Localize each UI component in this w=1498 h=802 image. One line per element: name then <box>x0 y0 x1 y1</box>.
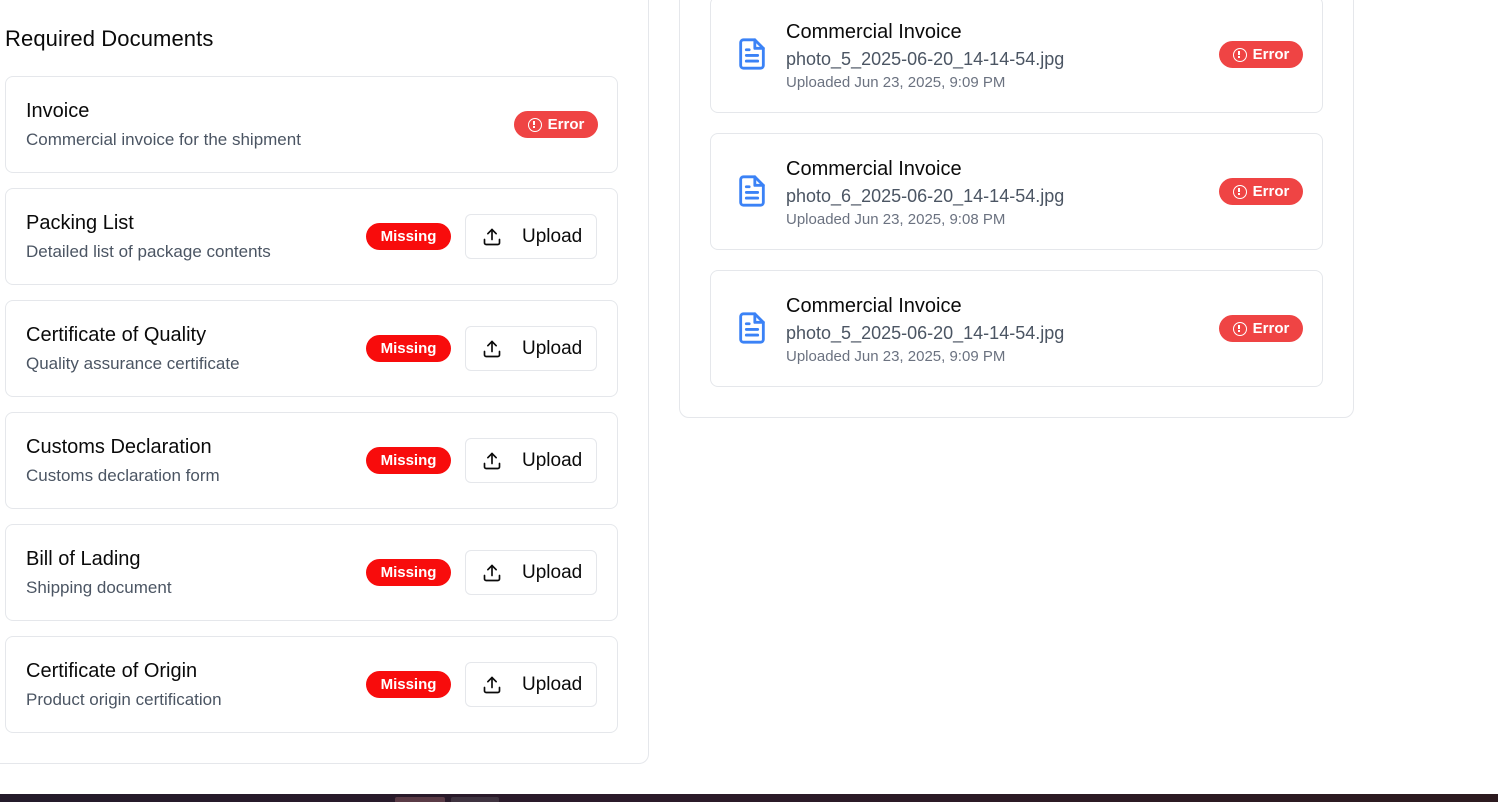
file-text-icon <box>739 175 765 207</box>
status-badge: Missing <box>366 447 451 474</box>
status-badge: Missing <box>366 223 451 250</box>
status-badge-label: Error <box>1252 183 1290 200</box>
upload-button[interactable]: Upload <box>465 438 597 483</box>
taskbar-app-button[interactable] <box>395 797 445 802</box>
file-text-icon <box>739 312 765 344</box>
document-card-invoice: Invoice Commercial invoice for the shipm… <box>5 76 618 173</box>
file-title: Commercial Invoice <box>786 295 962 317</box>
status-badge: Error <box>514 111 598 138</box>
upload-button-label: Upload <box>522 337 583 359</box>
status-badge-label: Missing <box>380 340 437 357</box>
document-card-packing-list: Packing List Detailed list of package co… <box>5 188 618 285</box>
file-title: Commercial Invoice <box>786 158 962 180</box>
upload-button[interactable]: Upload <box>465 214 597 259</box>
document-description: Customs declaration form <box>26 466 220 485</box>
document-card-bill-of-lading: Bill of Lading Shipping document Missing… <box>5 524 618 621</box>
upload-date: Uploaded Jun 23, 2025, 9:08 PM <box>786 211 1006 228</box>
document-name: Certificate of Origin <box>26 660 198 682</box>
uploaded-files-list: Commercial Invoice photo_5_2025-06-20_14… <box>710 0 1323 407</box>
document-name: Invoice <box>26 100 90 122</box>
status-badge: Error <box>1219 315 1303 342</box>
document-name: Certificate of Quality <box>26 324 207 346</box>
uploaded-file-card[interactable]: Commercial Invoice photo_5_2025-06-20_14… <box>710 270 1323 387</box>
status-badge-label: Error <box>547 116 585 133</box>
file-title: Commercial Invoice <box>786 21 962 43</box>
file-name: photo_5_2025-06-20_14-14-54.jpg <box>786 49 1065 69</box>
alert-circle-icon <box>1232 321 1247 336</box>
upload-icon <box>483 564 501 581</box>
upload-date: Uploaded Jun 23, 2025, 9:09 PM <box>786 74 1006 91</box>
status-badge: Missing <box>366 671 451 698</box>
document-description: Quality assurance certificate <box>26 354 240 373</box>
status-badge-label: Error <box>1252 320 1290 337</box>
file-name: photo_5_2025-06-20_14-14-54.jpg <box>786 323 1065 343</box>
document-description: Product origin certification <box>26 690 222 709</box>
status-badge: Missing <box>366 335 451 362</box>
status-badge-label: Missing <box>380 676 437 693</box>
document-card-certificate-of-origin: Certificate of Origin Product origin cer… <box>5 636 618 733</box>
upload-button-label: Upload <box>522 673 583 695</box>
document-card-certificate-of-quality: Certificate of Quality Quality assurance… <box>5 300 618 397</box>
required-documents-list: Invoice Commercial invoice for the shipm… <box>5 76 618 748</box>
document-description: Shipping document <box>26 578 172 597</box>
status-badge-label: Missing <box>380 228 437 245</box>
status-badge-label: Missing <box>380 452 437 469</box>
file-name: photo_6_2025-06-20_14-14-54.jpg <box>786 186 1065 206</box>
file-text-icon <box>739 38 765 70</box>
taskbar-app-button[interactable] <box>451 797 499 802</box>
page: Required Documents Invoice Commercial in… <box>0 0 1498 802</box>
status-badge: Error <box>1219 178 1303 205</box>
document-name: Packing List <box>26 212 134 234</box>
status-badge: Missing <box>366 559 451 586</box>
alert-circle-icon <box>527 117 542 132</box>
document-description: Detailed list of package contents <box>26 242 271 261</box>
upload-button[interactable]: Upload <box>465 326 597 371</box>
document-card-customs-declaration: Customs Declaration Customs declaration … <box>5 412 618 509</box>
alert-circle-icon <box>1232 184 1247 199</box>
upload-icon <box>483 228 501 245</box>
upload-button[interactable]: Upload <box>465 550 597 595</box>
upload-button-label: Upload <box>522 561 583 583</box>
upload-button[interactable]: Upload <box>465 662 597 707</box>
document-description: Commercial invoice for the shipment <box>26 130 301 149</box>
status-badge-label: Missing <box>380 564 437 581</box>
document-name: Bill of Lading <box>26 548 141 570</box>
upload-date: Uploaded Jun 23, 2025, 9:09 PM <box>786 348 1006 365</box>
uploaded-file-card[interactable]: Commercial Invoice photo_5_2025-06-20_14… <box>710 0 1323 113</box>
upload-button-label: Upload <box>522 449 583 471</box>
document-name: Customs Declaration <box>26 436 212 458</box>
upload-icon <box>483 676 501 693</box>
upload-icon <box>483 340 501 357</box>
upload-button-label: Upload <box>522 225 583 247</box>
upload-icon <box>483 452 501 469</box>
section-title: Required Documents <box>5 26 214 51</box>
status-badge-label: Error <box>1252 46 1290 63</box>
os-taskbar <box>0 794 1498 802</box>
uploaded-file-card[interactable]: Commercial Invoice photo_6_2025-06-20_14… <box>710 133 1323 250</box>
alert-circle-icon <box>1232 47 1247 62</box>
status-badge: Error <box>1219 41 1303 68</box>
